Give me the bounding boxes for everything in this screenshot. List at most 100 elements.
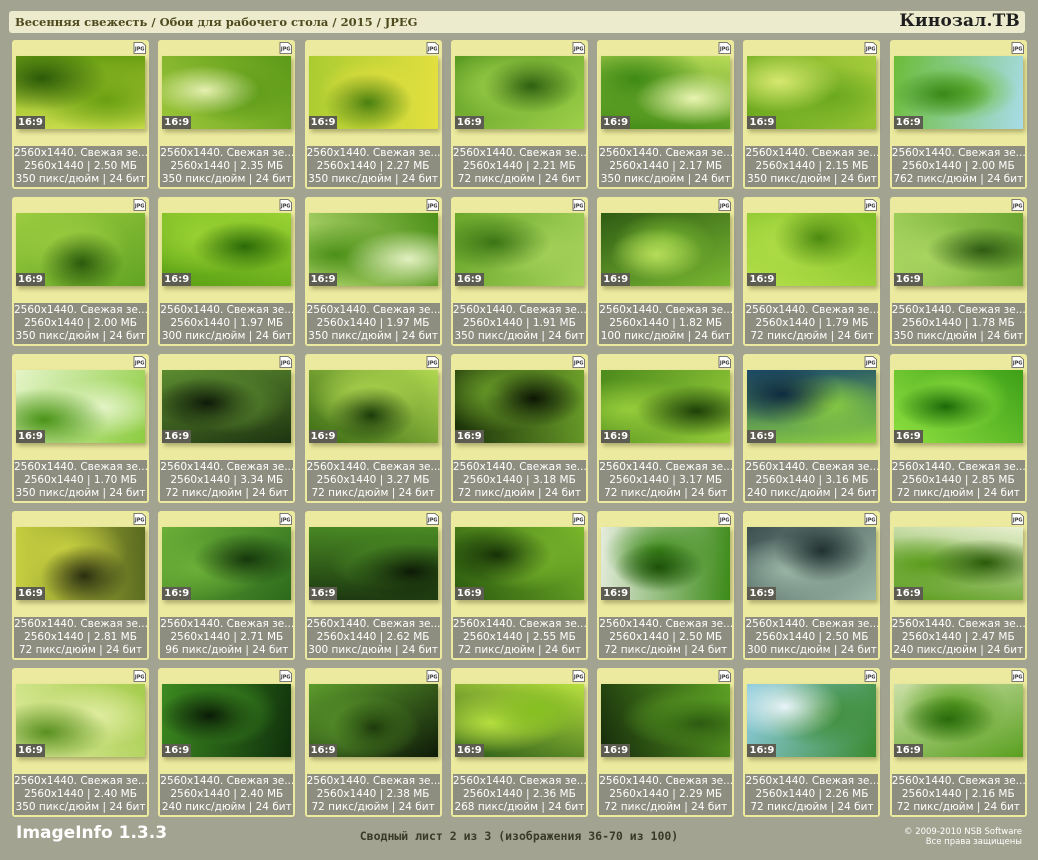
thumbnail-card[interactable]: 16:9 JPG 2560x1440. Свежая зе... 2560x1440 … [158, 40, 296, 189]
jpg-file-icon: JPG [1011, 356, 1024, 368]
thumbnail-image[interactable]: 16:9 [454, 684, 584, 757]
thumbnail-card[interactable]: 16:9 JPG 2560x1440. Свежая зе... 2560x1440 … [597, 511, 735, 660]
jpg-file-icon: JPG [865, 670, 878, 682]
thumbnail-image[interactable]: 16:9 [893, 684, 1023, 757]
thumbnail-card[interactable]: 16:9 JPG 2560x1440. Свежая зе... 2560x1440 … [450, 197, 588, 346]
thumbnail-image[interactable]: 16:9 [162, 56, 292, 129]
thumbnail-card[interactable]: 16:9 JPG 2560x1440. Свежая зе... 2560x1440 … [304, 197, 442, 346]
thumbnail-image[interactable]: 16:9 [747, 684, 877, 757]
thumbnail-image[interactable]: 16:9 [601, 684, 731, 757]
jpg-file-icon: JPG [133, 356, 146, 368]
aspect-ratio-badge: 16:9 [308, 430, 338, 443]
thumbnail-card[interactable]: 16:9 JPG 2560x1440. Свежая зе... 2560x1440 … [450, 668, 588, 817]
thumbnail-image[interactable]: 16:9 [16, 527, 145, 600]
thumbnail-card[interactable]: 16:9 JPG 2560x1440. Свежая зе... 2560x1440 … [597, 40, 735, 189]
thumbnail-card[interactable]: 16:9 JPG 2560x1440. Свежая зе... 2560x1440 … [12, 354, 149, 503]
image-size-info: 2560x1440 | 1.79 МБ [755, 317, 869, 329]
thumbnail-image[interactable]: 16:9 [308, 56, 438, 129]
thumbnail-image[interactable]: 16:9 [16, 213, 145, 286]
thumbnail-card[interactable]: 16:9 JPG 2560x1440. Свежая зе... 2560x1440 … [743, 354, 881, 503]
thumbnail-card[interactable]: 16:9 JPG 2560x1440. Свежая зе... 2560x1440 … [889, 40, 1027, 189]
thumbnail-image[interactable]: 16:9 [893, 56, 1023, 129]
image-info-panel: 2560x1440. Свежая зе... 2560x1440 | 2.15 … [745, 146, 879, 187]
thumbnail-card[interactable]: 16:9 JPG 2560x1440. Свежая зе... 2560x1440 … [597, 197, 735, 346]
thumbnail-image[interactable]: 16:9 [454, 370, 584, 443]
thumbnail-card[interactable]: 16:9 JPG 2560x1440. Свежая зе... 2560x1440 … [889, 197, 1027, 346]
thumbnail-card[interactable]: 16:9 JPG 2560x1440. Свежая зе... 2560x1440 … [158, 354, 296, 503]
thumbnail-card[interactable]: 16:9 JPG 2560x1440. Свежая зе... 2560x1440 … [12, 511, 149, 660]
image-resolution-info: 240 пикс/дюйм | 24 бит [161, 801, 292, 813]
thumbnail-card[interactable]: 16:9 JPG 2560x1440. Свежая зе... 2560x1440 … [889, 511, 1027, 660]
thumbnail-card[interactable]: 16:9 JPG 2560x1440. Свежая зе... 2560x1440 … [597, 668, 735, 817]
thumbnail-image[interactable]: 16:9 [893, 527, 1023, 600]
thumbnail-image[interactable]: 16:9 [747, 56, 877, 129]
thumbnail-image[interactable]: 16:9 [308, 527, 438, 600]
image-size-info: 2560x1440 | 2.81 МБ [24, 631, 137, 643]
thumbnail-card[interactable]: 16:9 JPG 2560x1440. Свежая зе... 2560x1440 … [158, 197, 296, 346]
jpg-icon-label: JPG [573, 675, 584, 681]
thumbnail-card[interactable]: 16:9 JPG 2560x1440. Свежая зе... 2560x1440 … [743, 668, 881, 817]
thumbnail-card[interactable]: 16:9 JPG 2560x1440. Свежая зе... 2560x1440 … [304, 511, 442, 660]
thumbnail-image[interactable]: 16:9 [601, 370, 731, 443]
thumbnail-image[interactable]: 16:9 [308, 370, 438, 443]
thumbnail-image[interactable]: 16:9 [747, 527, 877, 600]
thumbnail-image[interactable]: 16:9 [162, 370, 292, 443]
thumbnail-card[interactable]: 16:9 JPG 2560x1440. Свежая зе... 2560x1440 … [450, 354, 588, 503]
thumbnail-image[interactable]: 16:9 [601, 56, 731, 129]
jpg-file-icon: JPG [1011, 199, 1024, 211]
image-info-panel: 2560x1440. Свежая зе... 2560x1440 | 2.40 … [14, 774, 147, 815]
jpg-icon-label: JPG [865, 518, 876, 524]
image-size-info: 2560x1440 | 2.17 МБ [609, 160, 723, 172]
thumbnail-image[interactable]: 16:9 [16, 370, 145, 443]
jpg-file-icon: JPG [572, 513, 585, 525]
thumbnail-card[interactable]: 16:9 JPG 2560x1440. Свежая зе... 2560x1440 … [450, 40, 588, 189]
image-caption: 2560x1440. Свежая зе... [452, 304, 586, 316]
thumbnail-image[interactable]: 16:9 [16, 684, 145, 757]
thumbnail-card[interactable]: 16:9 JPG 2560x1440. Свежая зе... 2560x1440 … [12, 668, 149, 817]
thumbnail-image[interactable]: 16:9 [747, 370, 877, 443]
thumbnail-image[interactable]: 16:9 [308, 213, 438, 286]
thumbnail-image[interactable]: 16:9 [893, 213, 1023, 286]
jpg-icon-label: JPG [280, 675, 291, 681]
image-caption: 2560x1440. Свежая зе... [599, 461, 733, 473]
image-resolution-info: 72 пикс/дюйм | 24 бит [750, 330, 874, 342]
image-caption: 2560x1440. Свежая зе... [14, 304, 147, 316]
thumbnail-card[interactable]: 16:9 JPG 2560x1440. Свежая зе... 2560x1440 … [304, 354, 442, 503]
jpg-icon-label: JPG [426, 204, 437, 210]
jpg-file-icon: JPG [133, 199, 146, 211]
aspect-ratio-badge: 16:9 [16, 744, 45, 757]
thumbnail-card[interactable]: 16:9 JPG 2560x1440. Свежая зе... 2560x1440 … [12, 197, 149, 346]
thumbnail-card[interactable]: 16:9 JPG 2560x1440. Свежая зе... 2560x1440 … [304, 40, 442, 189]
thumbnail-image[interactable]: 16:9 [16, 56, 145, 129]
thumbnail-image[interactable]: 16:9 [454, 56, 584, 129]
brand-logo-text: Кинозал.ТВ [899, 11, 1020, 31]
aspect-ratio-badge: 16:9 [601, 273, 631, 286]
thumbnail-image[interactable]: 16:9 [747, 213, 877, 286]
thumbnail-image[interactable]: 16:9 [893, 370, 1023, 443]
thumbnail-card[interactable]: 16:9 JPG 2560x1440. Свежая зе... 2560x1440 … [889, 668, 1027, 817]
image-caption: 2560x1440. Свежая зе... [599, 304, 733, 316]
thumbnail-image[interactable]: 16:9 [601, 527, 731, 600]
aspect-ratio-badge: 16:9 [308, 587, 338, 600]
thumbnail-image[interactable]: 16:9 [162, 213, 292, 286]
thumbnail-card[interactable]: 16:9 JPG 2560x1440. Свежая зе... 2560x1440 … [889, 354, 1027, 503]
thumbnail-image[interactable]: 16:9 [454, 213, 584, 286]
thumbnail-card[interactable]: 16:9 JPG 2560x1440. Свежая зе... 2560x1440 … [450, 511, 588, 660]
thumbnail-card[interactable]: 16:9 JPG 2560x1440. Свежая зе... 2560x1440 … [158, 668, 296, 817]
thumbnail-card[interactable]: 16:9 JPG 2560x1440. Свежая зе... 2560x1440 … [12, 40, 149, 189]
thumbnail-image[interactable]: 16:9 [601, 213, 731, 286]
image-caption: 2560x1440. Свежая зе... [306, 147, 440, 159]
aspect-ratio-badge: 16:9 [454, 744, 484, 757]
image-info-panel: 2560x1440. Свежая зе... 2560x1440 | 2.55 … [452, 617, 586, 658]
thumbnail-image[interactable]: 16:9 [454, 527, 584, 600]
thumbnail-card[interactable]: 16:9 JPG 2560x1440. Свежая зе... 2560x1440 … [743, 197, 881, 346]
thumbnail-card[interactable]: 16:9 JPG 2560x1440. Свежая зе... 2560x1440 … [304, 668, 442, 817]
thumbnail-card[interactable]: 16:9 JPG 2560x1440. Свежая зе... 2560x1440 … [597, 354, 735, 503]
thumbnail-card[interactable]: 16:9 JPG 2560x1440. Свежая зе... 2560x1440 … [743, 511, 881, 660]
thumbnail-card[interactable]: 16:9 JPG 2560x1440. Свежая зе... 2560x1440 … [743, 40, 881, 189]
thumbnail-image[interactable]: 16:9 [308, 684, 438, 757]
thumbnail-image[interactable]: 16:9 [162, 527, 292, 600]
thumbnail-card[interactable]: 16:9 JPG 2560x1440. Свежая зе... 2560x1440 … [158, 511, 296, 660]
image-resolution-info: 240 пикс/дюйм | 24 бит [893, 644, 1024, 656]
thumbnail-image[interactable]: 16:9 [162, 684, 292, 757]
